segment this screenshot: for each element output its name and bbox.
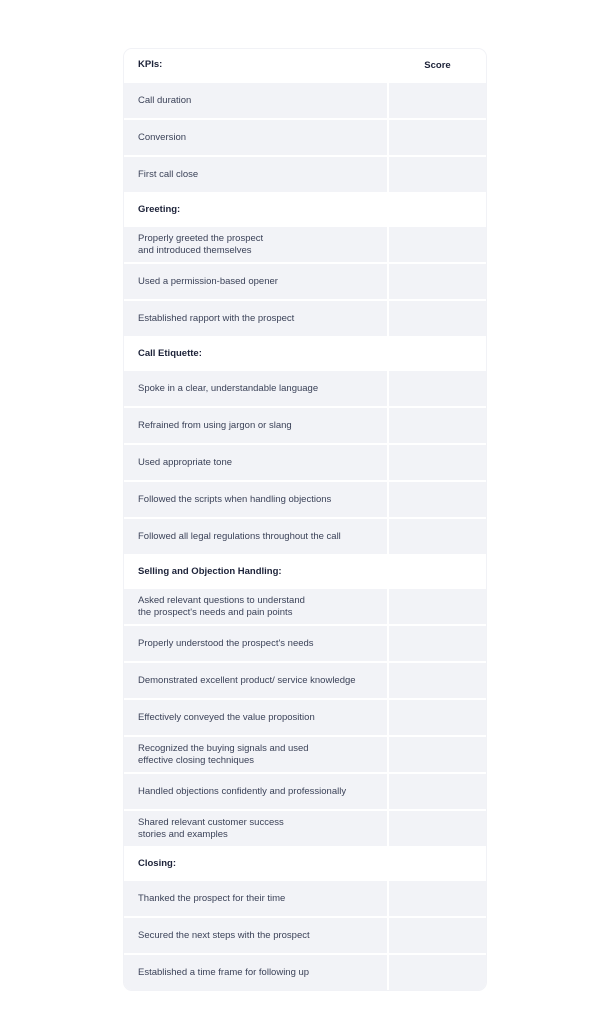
table-header-row: KPIs: Score	[124, 49, 486, 81]
criterion-cell: Established a time frame for following u…	[124, 955, 387, 990]
table-row: Asked relevant questions to understand t…	[124, 589, 486, 624]
criterion-cell: Call duration	[124, 83, 387, 118]
score-cell[interactable]	[389, 700, 486, 735]
criterion-cell: Followed the scripts when handling objec…	[124, 482, 387, 517]
section-title-cell: Selling and Objection Handling:	[124, 556, 387, 587]
table-row: Spoke in a clear, understandable languag…	[124, 371, 486, 406]
criterion-cell: Spoke in a clear, understandable languag…	[124, 371, 387, 406]
criterion-cell: Demonstrated excellent product/ service …	[124, 663, 387, 698]
score-cell[interactable]	[389, 626, 486, 661]
scorecard-table: KPIs: Score Call duration Conversion First…	[124, 49, 486, 990]
score-cell[interactable]	[389, 408, 486, 443]
criterion-cell: First call close	[124, 157, 387, 192]
score-cell[interactable]	[389, 194, 486, 225]
criterion-cell: Conversion	[124, 120, 387, 155]
score-cell[interactable]	[389, 774, 486, 809]
criterion-cell: Recognized the buying signals and used e…	[124, 737, 387, 772]
criterion-cell: Refrained from using jargon or slang	[124, 408, 387, 443]
score-cell[interactable]	[389, 83, 486, 118]
criterion-cell: Handled objections confidently and profe…	[124, 774, 387, 809]
score-column-header: Score	[389, 49, 486, 81]
section-header-row: Selling and Objection Handling:	[124, 556, 486, 587]
score-cell[interactable]	[389, 157, 486, 192]
score-cell[interactable]	[389, 556, 486, 587]
criterion-cell: Secured the next steps with the prospect	[124, 918, 387, 953]
criterion-cell: Followed all legal regulations throughou…	[124, 519, 387, 554]
table-row: Recognized the buying signals and used e…	[124, 737, 486, 772]
table-row: Thanked the prospect for their time	[124, 881, 486, 916]
score-cell[interactable]	[389, 264, 486, 299]
criterion-cell: Established rapport with the prospect	[124, 301, 387, 336]
table-row: Demonstrated excellent product/ service …	[124, 663, 486, 698]
table-row: Followed all legal regulations throughou…	[124, 519, 486, 554]
table-row: Established rapport with the prospect	[124, 301, 486, 336]
table-row: Secured the next steps with the prospect	[124, 918, 486, 953]
table-row: Properly understood the prospect's needs	[124, 626, 486, 661]
score-cell[interactable]	[389, 848, 486, 879]
criterion-cell: Properly understood the prospect's needs	[124, 626, 387, 661]
score-cell[interactable]	[389, 811, 486, 846]
table-row: Used a permission-based opener	[124, 264, 486, 299]
section-header-row: Closing:	[124, 848, 486, 879]
score-cell[interactable]	[389, 918, 486, 953]
table-row: Refrained from using jargon or slang	[124, 408, 486, 443]
score-cell[interactable]	[389, 663, 486, 698]
score-cell[interactable]	[389, 519, 486, 554]
table-row: Properly greeted the prospect and introd…	[124, 227, 486, 262]
score-cell[interactable]	[389, 445, 486, 480]
criterion-cell: Used a permission-based opener	[124, 264, 387, 299]
score-cell[interactable]	[389, 120, 486, 155]
table-row: Effectively conveyed the value propositi…	[124, 700, 486, 735]
score-cell[interactable]	[389, 881, 486, 916]
table-row: First call close	[124, 157, 486, 192]
section-title-cell: Greeting:	[124, 194, 387, 225]
score-cell[interactable]	[389, 482, 486, 517]
table-row: Established a time frame for following u…	[124, 955, 486, 990]
section-title-cell: Closing:	[124, 848, 387, 879]
criterion-cell: Properly greeted the prospect and introd…	[124, 227, 387, 262]
criterion-cell: Shared relevant customer success stories…	[124, 811, 387, 846]
score-cell[interactable]	[389, 737, 486, 772]
criterion-cell: Thanked the prospect for their time	[124, 881, 387, 916]
score-cell[interactable]	[389, 371, 486, 406]
criterion-cell: Used appropriate tone	[124, 445, 387, 480]
table-row: Handled objections confidently and profe…	[124, 774, 486, 809]
score-cell[interactable]	[389, 589, 486, 624]
criterion-cell: Effectively conveyed the value propositi…	[124, 700, 387, 735]
table-row: Used appropriate tone	[124, 445, 486, 480]
criterion-cell: Asked relevant questions to understand t…	[124, 589, 387, 624]
table-row: Call duration	[124, 83, 486, 118]
section-header-row: Call Etiquette:	[124, 338, 486, 369]
section-title-cell: Call Etiquette:	[124, 338, 387, 369]
score-cell[interactable]	[389, 338, 486, 369]
table-row: Followed the scripts when handling objec…	[124, 482, 486, 517]
score-cell[interactable]	[389, 955, 486, 990]
score-cell[interactable]	[389, 301, 486, 336]
table-row: Shared relevant customer success stories…	[124, 811, 486, 846]
section-header-row: Greeting:	[124, 194, 486, 225]
table-row: Conversion	[124, 120, 486, 155]
score-cell[interactable]	[389, 227, 486, 262]
kpis-column-header: KPIs:	[124, 49, 387, 81]
